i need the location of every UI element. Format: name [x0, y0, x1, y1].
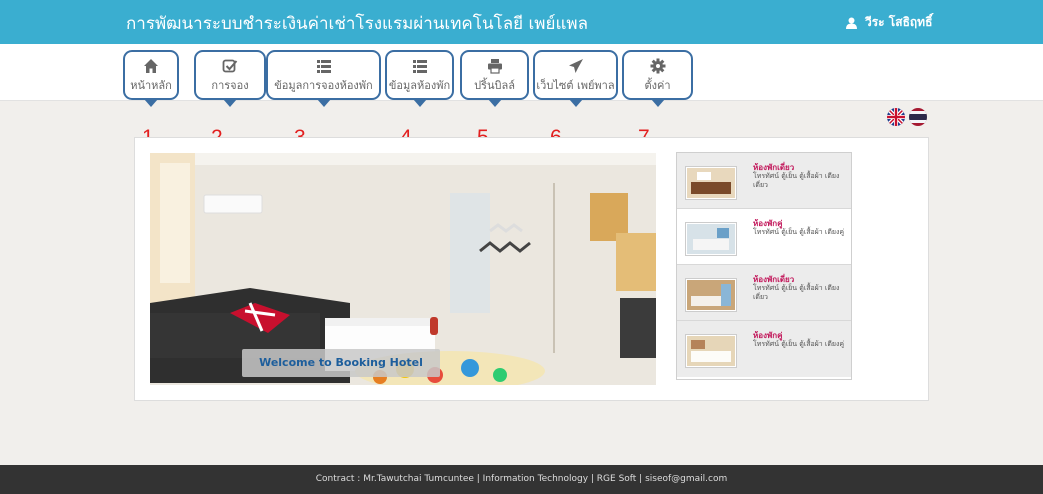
callout-pointer	[650, 99, 665, 107]
english-flag-icon[interactable]	[887, 108, 905, 126]
callout-pointer	[568, 99, 583, 107]
user-menu[interactable]: วีระ โสธิฤทธิ์	[846, 13, 932, 32]
room-item[interactable]: ห้องพักเดี่ยว โทรทัศน์ ตู้เย็น ตู้เสื้อผ…	[677, 153, 851, 209]
user-icon	[846, 17, 857, 29]
hero-banner: Welcome to Booking Hotel Online	[150, 153, 656, 385]
callout-pointer	[487, 99, 502, 107]
nav-booking[interactable]: การจอง	[194, 50, 266, 107]
room-description: โทรทัศน์ ตู้เย็น ตู้เสื้อผ้า เตียงเดี่ยว	[753, 172, 840, 189]
top-bar: การพัฒนาระบบชำระเงินค่าเช่าโรงแรมผ่านเทค…	[0, 0, 1043, 44]
nav-paypal-site[interactable]: เว็บไซต์ เพย์พาล	[533, 50, 618, 107]
footer: Contract : Mr.Tawutchai Tumcuntee | Info…	[0, 465, 1043, 494]
room-item[interactable]: ห้องพักคู่ โทรทัศน์ ตู้เย็น ตู้เสื้อผ้า …	[677, 321, 851, 377]
room-thumbnail	[685, 334, 737, 368]
room-description: โทรทัศน์ ตู้เย็น ตู้เสื้อผ้า เตียงเดี่ยว	[753, 284, 840, 301]
list-icon	[316, 60, 331, 73]
nav-room-info-label: ข้อมูลห้องพัก	[388, 79, 451, 92]
room-thumbnail	[685, 222, 737, 256]
nav-booking-info-label: ข้อมูลการจองห้องพัก	[274, 79, 373, 92]
callout-pointer	[316, 99, 331, 107]
room-item[interactable]: ห้องพักเดี่ยว โทรทัศน์ ตู้เย็น ตู้เสื้อผ…	[677, 265, 851, 321]
nav-booking-label: การจอง	[211, 79, 249, 92]
language-switcher	[887, 108, 927, 126]
room-thumbnail	[685, 278, 737, 312]
room-list: ห้องพักเดี่ยว โทรทัศน์ ตู้เย็น ตู้เสื้อผ…	[676, 152, 852, 380]
welcome-caption: Welcome to Booking Hotel Online	[242, 349, 440, 385]
print-icon	[487, 59, 502, 74]
send-icon	[568, 59, 583, 73]
callout-pointer	[223, 99, 237, 107]
home-icon	[144, 59, 158, 73]
gear-icon	[650, 58, 665, 74]
footer-contact: Contract : Mr.Tawutchai Tumcuntee | Info…	[315, 474, 728, 484]
callout-pointer	[144, 99, 158, 107]
content-panel: Welcome to Booking Hotel Online ห้องพักเ…	[134, 137, 929, 401]
room-description: โทรทัศน์ ตู้เย็น ตู้เสื้อผ้า เตียงคู่	[753, 340, 845, 348]
nav-home[interactable]: หน้าหลัก	[123, 50, 179, 107]
nav-settings-label: ตั้งค่า	[644, 79, 671, 92]
nav-settings[interactable]: ตั้งค่า	[622, 50, 693, 107]
room-item[interactable]: ห้องพักคู่ โทรทัศน์ ตู้เย็น ตู้เสื้อผ้า …	[677, 209, 851, 265]
list-icon	[412, 60, 427, 73]
nav-paypal-site-label: เว็บไซต์ เพย์พาล	[536, 79, 615, 92]
nav-home-label: หน้าหลัก	[130, 79, 172, 92]
check-icon	[222, 59, 238, 73]
nav-booking-info[interactable]: ข้อมูลการจองห้องพัก	[266, 50, 381, 107]
nav-print-bill-label: ปริ้นบิลล์	[474, 79, 515, 92]
room-thumbnail	[685, 166, 737, 200]
callout-pointer	[412, 99, 427, 107]
thai-flag-icon[interactable]	[909, 108, 927, 126]
nav-room-info[interactable]: ข้อมูลห้องพัก	[385, 50, 454, 107]
nav-print-bill[interactable]: ปริ้นบิลล์	[460, 50, 529, 107]
room-description: โทรทัศน์ ตู้เย็น ตู้เสื้อผ้า เตียงคู่	[753, 228, 845, 236]
user-name: วีระ โสธิฤทธิ์	[865, 15, 933, 29]
app-title: การพัฒนาระบบชำระเงินค่าเช่าโรงแรมผ่านเทค…	[126, 14, 589, 34]
